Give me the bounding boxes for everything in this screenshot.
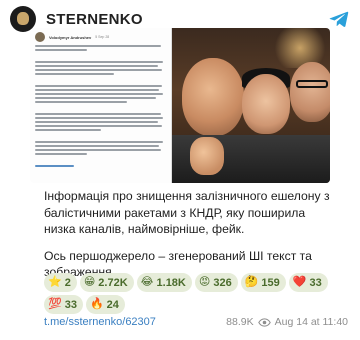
reaction-chip[interactable]: ❤️ 33 [288,273,328,292]
reaction-chip[interactable]: 😁 2.72K [79,273,134,292]
document-date: 5 Sep 28 [95,35,110,39]
telegram-icon[interactable] [328,8,350,30]
document-text-line [35,140,164,143]
photo-person-right [290,62,330,122]
reaction-count: 326 [213,276,232,289]
channel-name[interactable]: STERNENKO [46,11,143,28]
reaction-count: 159 [261,276,280,289]
document-text-line [35,64,159,67]
document-text-line [35,92,164,95]
post-link[interactable]: t.me/ssternenko/62307 [44,316,156,328]
reaction-count: 33 [64,298,77,311]
photo-light [270,28,330,68]
post-date: Aug 14 at 11:40 [274,316,348,328]
reaction-count: 2 [64,276,71,289]
document-text-line [35,68,163,71]
reaction-emoji: 💯 [48,298,62,310]
reaction-count: 24 [106,298,119,311]
document-link-line [35,164,75,167]
generated-photo [172,28,330,183]
reaction-emoji: 😡 [198,276,211,288]
document-avatar [35,32,45,42]
reaction-count: 33 [309,276,322,289]
message-paragraph: Інформація про знищення залізничного еше… [44,189,330,236]
eye-icon [257,317,271,327]
message-text: Інформація про знищення залізничного еше… [44,188,334,281]
reaction-count: 2.72K [98,276,128,289]
reaction-emoji: 🔥 [89,298,104,310]
photo-glasses [296,80,328,88]
reaction-chip[interactable]: 💯 33 [44,295,83,314]
document-text-line [35,149,161,152]
document-text-line [35,112,161,115]
photo-person-center [242,74,290,134]
reaction-emoji: 🤔 [244,276,259,288]
message-media[interactable]: Volodymyr Andrushev 5 Sep 28 [30,28,330,183]
reaction-emoji: 😁 [83,276,96,288]
document-text-line [35,116,164,119]
document-header: Volodymyr Andrushev 5 Sep 28 [35,32,166,42]
document-text-line [35,121,159,123]
document-screenshot: Volodymyr Andrushev 5 Sep 28 [30,28,172,183]
document-text-line [35,73,114,76]
document-text-line [35,97,156,100]
reaction-chip[interactable]: 😂 1.18K [136,273,192,292]
document-text-line [35,101,127,104]
document-text-line [35,84,163,87]
reaction-count: 1.18K [156,276,186,289]
document-text-line [35,49,88,52]
document-text-line [35,144,160,147]
document-text-line [35,129,101,132]
message-footer: t.me/ssternenko/62307 88.9K Aug 14 at 11… [44,314,348,330]
document-text-line [35,88,160,91]
reaction-chip[interactable]: 🤔 159 [240,273,286,292]
document-text-line [35,125,163,128]
view-count: 88.9K [226,316,254,328]
reaction-emoji: ❤️ [292,276,307,288]
post-meta: 88.9K Aug 14 at 11:40 [226,316,348,328]
document-text-line [35,45,161,47]
document-text-line [35,153,88,156]
photo-person-left [182,58,244,136]
reaction-emoji: ⭐ [48,276,62,288]
document-author: Volodymyr Andrushev [49,34,92,40]
reaction-chip[interactable]: 🔥 24 [85,295,125,314]
reaction-chip[interactable]: ⭐ 2 [44,273,77,292]
reaction-chip[interactable]: 😡 326 [194,273,238,292]
reaction-emoji: 😂 [140,276,154,288]
reactions-bar: ⭐ 2 😁 2.72K 😂 1.18K 😡 326 🤔 159 ❤️ 33 💯 33 🔥 24 [44,273,344,314]
photo-thumbs-up [190,137,224,175]
message-card: STERNENKO Volodymyr Andrushev 5 Sep 28 І… [0,0,360,340]
document-text-line [35,60,164,63]
